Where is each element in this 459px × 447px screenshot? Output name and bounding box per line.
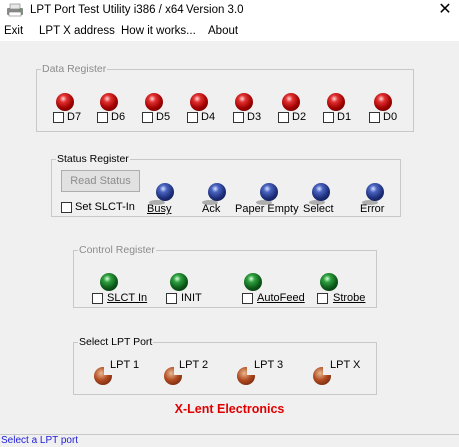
d0-label: D0 [383,111,398,123]
d2-label: D2 [292,111,307,123]
read-status-button[interactable]: Read Status [61,170,140,192]
d4-label: D4 [201,111,216,123]
slct-in-led [100,273,118,291]
d3-led [235,93,253,111]
lpt2-label[interactable]: LPT 2 [179,359,208,371]
init-label: INIT [181,292,202,304]
menu-about[interactable]: About [208,25,238,37]
ack-led [208,183,226,201]
strobe-label: Strobe [333,292,366,304]
d3-label: D3 [247,111,262,123]
d0-checkbox[interactable] [369,112,380,123]
strobe-led [320,273,338,291]
select-lpt-port-group: Select LPT Port LPT 1 LPT 2 LPT 3 LPT X [73,336,377,395]
status-bar: Select a LPT port [0,434,459,447]
status-bar-text: Select a LPT port [1,435,79,446]
brand-label: X-Lent Electronics [174,402,285,416]
select-label: Select [303,203,334,215]
status-register-title: Status Register [56,153,130,165]
error-label: Error [360,203,385,215]
window-version: Version 3.0 [186,4,244,16]
lpt3-radio-icon[interactable] [237,367,255,385]
slct-in-label: SLCT In [107,292,148,304]
window-title: LPT Port Test Utility i386 / x64 [30,4,184,16]
select-lpt-port-title: Select LPT Port [78,336,154,348]
d0-led [374,93,392,111]
d7-label: D7 [67,111,82,123]
autofeed-label: AutoFeed [257,292,305,304]
busy-led [156,183,174,201]
client-area: Data Register D7 D6 D5 D4 D3 D2 D1 D0 St… [0,41,459,434]
lpt1-label[interactable]: LPT 1 [110,359,139,371]
d1-checkbox[interactable] [323,112,334,123]
menu-exit[interactable]: Exit [4,25,23,37]
d6-label: D6 [111,111,126,123]
status-register-group: Status Register Read Status Set SLCT-In … [51,153,401,217]
menu-how-it-works[interactable]: How it works... [121,25,196,37]
d2-checkbox[interactable] [278,112,289,123]
d2-led [282,93,300,111]
lptx-label[interactable]: LPT X [330,359,360,371]
lptx-radio-icon[interactable] [313,367,331,385]
strobe-checkbox[interactable] [317,293,328,304]
d4-led [190,93,208,111]
data-register-title: Data Register [41,63,108,75]
error-led [366,183,384,201]
d6-checkbox[interactable] [97,112,108,123]
autofeed-checkbox[interactable] [242,293,253,304]
d5-led [145,93,163,111]
busy-label: Busy [147,203,172,215]
set-slct-in-checkbox[interactable] [61,202,72,213]
d4-checkbox[interactable] [187,112,198,123]
init-led [170,273,188,291]
d5-checkbox[interactable] [142,112,153,123]
d5-label: D5 [156,111,171,123]
printer-icon [7,3,23,17]
d1-label: D1 [337,111,352,123]
autofeed-led [244,273,262,291]
d6-led [100,93,118,111]
set-slct-in-label: Set SLCT-In [75,201,135,213]
paper-empty-label: Paper Empty [235,203,299,215]
control-register-group: Control Register SLCT In INIT AutoFeed S… [73,244,377,308]
ack-label: Ack [202,203,221,215]
d7-led [56,93,74,111]
control-register-title: Control Register [78,244,156,256]
data-register-group: Data Register D7 D6 D5 D4 D3 D2 D1 D0 [36,63,414,132]
init-checkbox[interactable] [166,293,177,304]
slct-in-checkbox[interactable] [92,293,103,304]
menu-bar: Exit LPT X address How it works... About [0,22,459,41]
menu-lptx-address[interactable]: LPT X address [39,25,115,37]
d7-checkbox[interactable] [53,112,64,123]
select-led [312,183,330,201]
d3-checkbox[interactable] [233,112,244,123]
close-button[interactable]: ✕ [436,1,454,19]
title-bar: LPT Port Test Utility i386 / x64 Version… [0,0,459,22]
paper-empty-led [260,183,278,201]
d1-led [327,93,345,111]
lpt3-label[interactable]: LPT 3 [254,359,283,371]
